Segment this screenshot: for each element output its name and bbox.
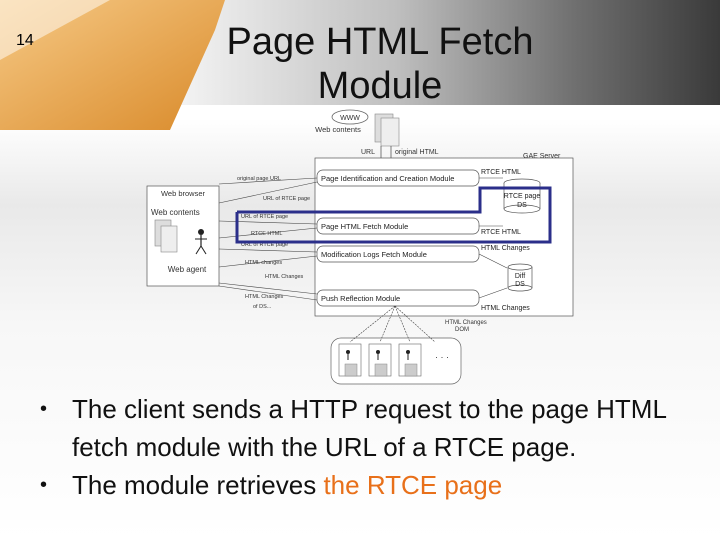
bullet-dot-icon: • — [40, 474, 48, 496]
svg-text:URL of RTCE page: URL of RTCE page — [241, 214, 288, 220]
svg-text:Modification Logs Fetch Module: Modification Logs Fetch Module — [321, 250, 427, 259]
slide-number: 14 — [16, 32, 34, 49]
svg-text:of DS...: of DS... — [253, 304, 272, 310]
web-contents-left-label: Web contents — [151, 208, 200, 217]
clients-label-1: HTML Changes — [445, 320, 487, 326]
svg-text:Page Identification and Creati: Page Identification and Creation Module — [321, 174, 454, 183]
client-agent-icon-3 — [398, 343, 422, 377]
title-line-2: Module — [317, 65, 443, 107]
client-agent-icon-1 — [338, 343, 362, 377]
web-agent-label: Web agent — [168, 265, 207, 274]
svg-text:HTML changes: HTML changes — [245, 260, 282, 266]
svg-text:Push Reflection Module: Push Reflection Module — [321, 294, 400, 303]
bullet-list: • The client sends a HTTP request to the… — [40, 390, 700, 504]
right-label-3: HTML Changes — [481, 245, 530, 252]
www-label: WWW — [340, 115, 360, 122]
title-line-1: Page HTML Fetch — [226, 21, 534, 63]
rtce-page-ds-label-1: RTCE page — [504, 193, 541, 200]
rtce-page-ds-label-2: DS — [517, 202, 527, 209]
clients-ellipsis: · · · — [435, 352, 449, 362]
url-label: URL — [361, 149, 375, 156]
diff-ds-label-1: Diff — [515, 273, 525, 280]
web-agent-icon — [198, 229, 204, 235]
bullet-1: • The client sends a HTTP request to the… — [40, 390, 700, 466]
web-browser-label: Web browser — [161, 189, 206, 198]
svg-text:HTML Changes: HTML Changes — [265, 274, 304, 280]
svg-text:Page HTML Fetch Module: Page HTML Fetch Module — [321, 222, 408, 231]
client-agent-icon-2 — [368, 343, 392, 377]
clients-label-2: DOM — [455, 327, 469, 333]
bullet-2: • The module retrieves the RTCE page — [40, 466, 700, 504]
bullet-2-text: The module retrieves — [72, 470, 324, 500]
bullet-2-highlight: the RTCE page — [323, 470, 503, 500]
bullet-dot-icon: • — [40, 398, 48, 420]
architecture-diagram: WWW Web contents URL original HTML GAE S… — [146, 109, 574, 385]
original-html-label: original HTML — [395, 149, 439, 156]
bullet-1-text: The client sends a HTTP request to the p… — [72, 394, 666, 462]
gae-server-label: GAE Server — [523, 153, 561, 160]
web-contents-top-label: Web contents — [315, 125, 361, 134]
right-label-1: RTCE HTML — [481, 169, 521, 176]
svg-text:HTML Changes: HTML Changes — [245, 294, 284, 300]
svg-text:URL of RTCE page: URL of RTCE page — [263, 196, 310, 202]
svg-text:original page URL: original page URL — [237, 176, 281, 182]
right-label-2: RTCE HTML — [481, 229, 521, 236]
slide-title: Page HTML Fetch Module — [180, 20, 580, 108]
diff-ds-label-2: DS — [515, 281, 525, 288]
right-label-4: HTML Changes — [481, 305, 530, 312]
